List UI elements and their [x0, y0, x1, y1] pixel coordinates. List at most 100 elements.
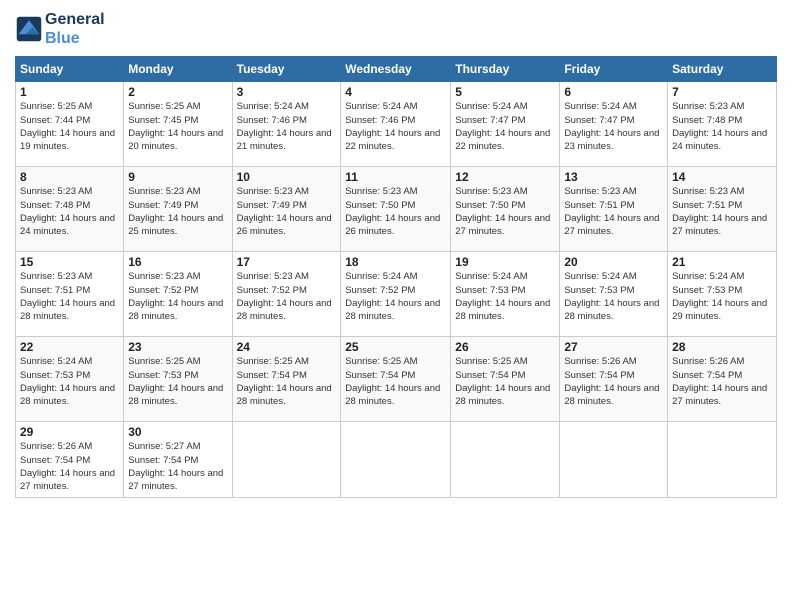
day-number: 13	[564, 170, 663, 184]
calendar-cell	[560, 422, 668, 497]
day-number: 22	[20, 340, 119, 354]
calendar-cell: 9Sunrise: 5:23 AMSunset: 7:49 PMDaylight…	[124, 167, 232, 252]
calendar-cell: 16Sunrise: 5:23 AMSunset: 7:52 PMDayligh…	[124, 252, 232, 337]
day-info: Sunrise: 5:23 AMSunset: 7:52 PMDaylight:…	[128, 270, 227, 323]
calendar-cell: 7Sunrise: 5:23 AMSunset: 7:48 PMDaylight…	[668, 82, 777, 167]
calendar-cell: 27Sunrise: 5:26 AMSunset: 7:54 PMDayligh…	[560, 337, 668, 422]
calendar-cell: 15Sunrise: 5:23 AMSunset: 7:51 PMDayligh…	[16, 252, 124, 337]
calendar-cell: 12Sunrise: 5:23 AMSunset: 7:50 PMDayligh…	[451, 167, 560, 252]
calendar-cell: 28Sunrise: 5:26 AMSunset: 7:54 PMDayligh…	[668, 337, 777, 422]
day-info: Sunrise: 5:24 AMSunset: 7:53 PMDaylight:…	[455, 270, 555, 323]
day-info: Sunrise: 5:24 AMSunset: 7:46 PMDaylight:…	[237, 100, 337, 153]
calendar-cell: 11Sunrise: 5:23 AMSunset: 7:50 PMDayligh…	[341, 167, 451, 252]
calendar-week-row: 1Sunrise: 5:25 AMSunset: 7:44 PMDaylight…	[16, 82, 777, 167]
calendar-cell: 26Sunrise: 5:25 AMSunset: 7:54 PMDayligh…	[451, 337, 560, 422]
weekday-header: Tuesday	[232, 57, 341, 82]
logo-text-top: General	[45, 10, 105, 29]
calendar-cell: 8Sunrise: 5:23 AMSunset: 7:48 PMDaylight…	[16, 167, 124, 252]
day-number: 4	[345, 85, 446, 99]
weekday-header: Saturday	[668, 57, 777, 82]
day-info: Sunrise: 5:26 AMSunset: 7:54 PMDaylight:…	[672, 355, 772, 408]
calendar-cell: 13Sunrise: 5:23 AMSunset: 7:51 PMDayligh…	[560, 167, 668, 252]
day-info: Sunrise: 5:25 AMSunset: 7:53 PMDaylight:…	[128, 355, 227, 408]
day-info: Sunrise: 5:24 AMSunset: 7:53 PMDaylight:…	[672, 270, 772, 323]
day-number: 29	[20, 425, 119, 439]
day-number: 6	[564, 85, 663, 99]
weekday-header: Friday	[560, 57, 668, 82]
calendar-cell: 24Sunrise: 5:25 AMSunset: 7:54 PMDayligh…	[232, 337, 341, 422]
day-info: Sunrise: 5:25 AMSunset: 7:54 PMDaylight:…	[345, 355, 446, 408]
day-info: Sunrise: 5:24 AMSunset: 7:46 PMDaylight:…	[345, 100, 446, 153]
day-info: Sunrise: 5:25 AMSunset: 7:44 PMDaylight:…	[20, 100, 119, 153]
day-number: 21	[672, 255, 772, 269]
day-info: Sunrise: 5:23 AMSunset: 7:51 PMDaylight:…	[564, 185, 663, 238]
calendar-cell: 20Sunrise: 5:24 AMSunset: 7:53 PMDayligh…	[560, 252, 668, 337]
calendar-week-row: 15Sunrise: 5:23 AMSunset: 7:51 PMDayligh…	[16, 252, 777, 337]
calendar-cell	[451, 422, 560, 497]
day-number: 17	[237, 255, 337, 269]
day-number: 7	[672, 85, 772, 99]
day-info: Sunrise: 5:23 AMSunset: 7:49 PMDaylight:…	[128, 185, 227, 238]
day-info: Sunrise: 5:23 AMSunset: 7:48 PMDaylight:…	[20, 185, 119, 238]
calendar-cell: 10Sunrise: 5:23 AMSunset: 7:49 PMDayligh…	[232, 167, 341, 252]
weekday-header: Monday	[124, 57, 232, 82]
day-info: Sunrise: 5:24 AMSunset: 7:53 PMDaylight:…	[564, 270, 663, 323]
logo-icon	[15, 15, 43, 43]
logo: General Blue	[15, 10, 105, 48]
day-info: Sunrise: 5:23 AMSunset: 7:48 PMDaylight:…	[672, 100, 772, 153]
weekday-header: Wednesday	[341, 57, 451, 82]
calendar-cell: 3Sunrise: 5:24 AMSunset: 7:46 PMDaylight…	[232, 82, 341, 167]
calendar-cell	[668, 422, 777, 497]
day-number: 8	[20, 170, 119, 184]
day-number: 27	[564, 340, 663, 354]
calendar-cell: 29Sunrise: 5:26 AMSunset: 7:54 PMDayligh…	[16, 422, 124, 497]
day-number: 20	[564, 255, 663, 269]
calendar-week-row: 22Sunrise: 5:24 AMSunset: 7:53 PMDayligh…	[16, 337, 777, 422]
day-info: Sunrise: 5:23 AMSunset: 7:50 PMDaylight:…	[345, 185, 446, 238]
day-info: Sunrise: 5:25 AMSunset: 7:45 PMDaylight:…	[128, 100, 227, 153]
calendar-cell: 5Sunrise: 5:24 AMSunset: 7:47 PMDaylight…	[451, 82, 560, 167]
calendar-cell	[232, 422, 341, 497]
day-number: 11	[345, 170, 446, 184]
calendar-header-row: SundayMondayTuesdayWednesdayThursdayFrid…	[16, 57, 777, 82]
weekday-header: Thursday	[451, 57, 560, 82]
day-info: Sunrise: 5:27 AMSunset: 7:54 PMDaylight:…	[128, 440, 227, 493]
day-info: Sunrise: 5:24 AMSunset: 7:52 PMDaylight:…	[345, 270, 446, 323]
calendar-cell: 1Sunrise: 5:25 AMSunset: 7:44 PMDaylight…	[16, 82, 124, 167]
day-number: 23	[128, 340, 227, 354]
calendar-week-row: 29Sunrise: 5:26 AMSunset: 7:54 PMDayligh…	[16, 422, 777, 497]
logo-text-bottom: Blue	[45, 29, 105, 48]
day-number: 9	[128, 170, 227, 184]
day-number: 24	[237, 340, 337, 354]
day-info: Sunrise: 5:25 AMSunset: 7:54 PMDaylight:…	[455, 355, 555, 408]
calendar-cell: 30Sunrise: 5:27 AMSunset: 7:54 PMDayligh…	[124, 422, 232, 497]
calendar-cell: 25Sunrise: 5:25 AMSunset: 7:54 PMDayligh…	[341, 337, 451, 422]
calendar-cell: 17Sunrise: 5:23 AMSunset: 7:52 PMDayligh…	[232, 252, 341, 337]
day-number: 15	[20, 255, 119, 269]
day-number: 14	[672, 170, 772, 184]
calendar: SundayMondayTuesdayWednesdayThursdayFrid…	[15, 56, 777, 497]
day-number: 12	[455, 170, 555, 184]
day-number: 28	[672, 340, 772, 354]
calendar-cell: 4Sunrise: 5:24 AMSunset: 7:46 PMDaylight…	[341, 82, 451, 167]
day-info: Sunrise: 5:23 AMSunset: 7:49 PMDaylight:…	[237, 185, 337, 238]
day-info: Sunrise: 5:24 AMSunset: 7:53 PMDaylight:…	[20, 355, 119, 408]
day-number: 1	[20, 85, 119, 99]
weekday-header: Sunday	[16, 57, 124, 82]
day-info: Sunrise: 5:23 AMSunset: 7:51 PMDaylight:…	[672, 185, 772, 238]
calendar-cell: 23Sunrise: 5:25 AMSunset: 7:53 PMDayligh…	[124, 337, 232, 422]
page: General Blue SundayMondayTuesdayWednesda…	[0, 0, 792, 612]
day-number: 3	[237, 85, 337, 99]
day-info: Sunrise: 5:26 AMSunset: 7:54 PMDaylight:…	[564, 355, 663, 408]
day-info: Sunrise: 5:24 AMSunset: 7:47 PMDaylight:…	[455, 100, 555, 153]
day-info: Sunrise: 5:24 AMSunset: 7:47 PMDaylight:…	[564, 100, 663, 153]
day-number: 26	[455, 340, 555, 354]
day-number: 16	[128, 255, 227, 269]
day-info: Sunrise: 5:23 AMSunset: 7:52 PMDaylight:…	[237, 270, 337, 323]
day-number: 2	[128, 85, 227, 99]
calendar-cell: 21Sunrise: 5:24 AMSunset: 7:53 PMDayligh…	[668, 252, 777, 337]
day-number: 25	[345, 340, 446, 354]
calendar-cell: 14Sunrise: 5:23 AMSunset: 7:51 PMDayligh…	[668, 167, 777, 252]
calendar-cell: 19Sunrise: 5:24 AMSunset: 7:53 PMDayligh…	[451, 252, 560, 337]
day-number: 18	[345, 255, 446, 269]
